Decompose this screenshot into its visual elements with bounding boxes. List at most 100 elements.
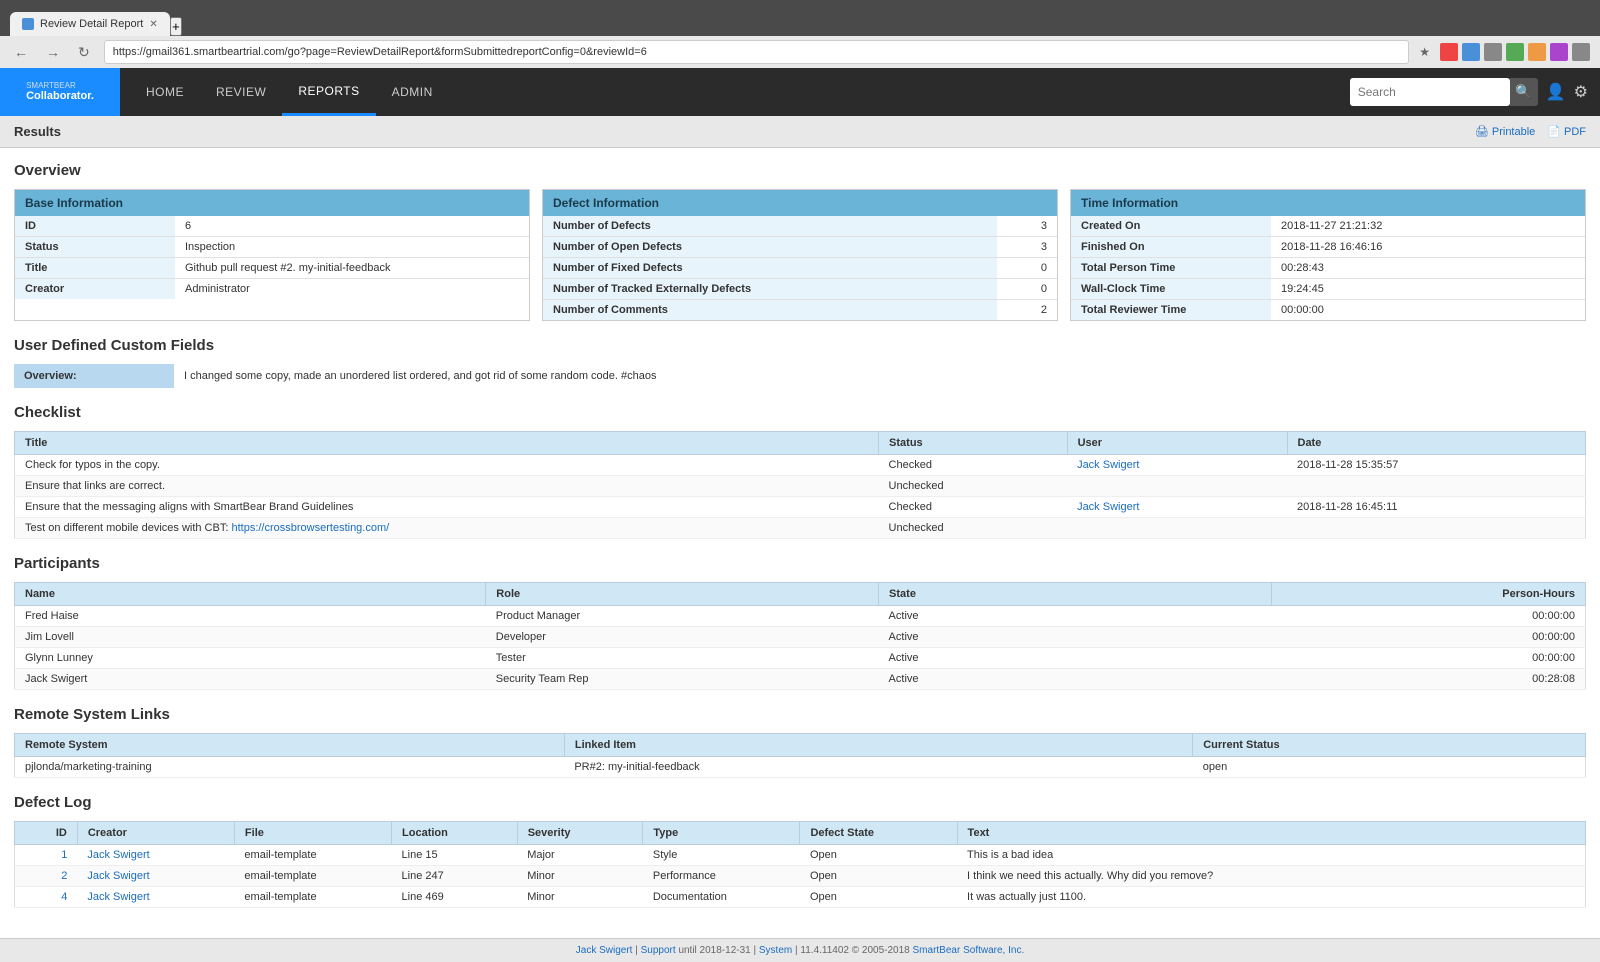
base-row-creator: Creator Administrator: [15, 279, 529, 299]
defect-file-0: email-template: [234, 845, 391, 866]
participant-row-0: Fred Haise Product Manager Active 00:00:…: [15, 606, 1586, 627]
footer-company-link[interactable]: SmartBear Software, Inc.: [913, 945, 1025, 956]
defect-row-2: 4 Jack Swigert email-template Line 469 M…: [15, 887, 1586, 908]
checklist-table: Title Status User Date Check for typos i…: [14, 431, 1586, 539]
checklist-date-1: [1287, 476, 1586, 497]
footer-support-link[interactable]: Support: [641, 945, 679, 956]
defect-state-1: Open: [800, 866, 957, 887]
tab-title: Review Detail Report: [40, 18, 143, 30]
checklist-user-3: [1067, 518, 1287, 539]
base-info-header: Base Information: [15, 190, 529, 216]
defect-row-1: Number of Open Defects 3: [543, 237, 1057, 258]
results-title: Results: [14, 124, 61, 139]
nav-item-admin[interactable]: ADMIN: [376, 68, 449, 116]
defect-value-0: 3: [997, 216, 1057, 236]
time-label-4: Total Reviewer Time: [1071, 300, 1271, 320]
checklist-date-2: 2018-11-28 16:45:11: [1287, 497, 1586, 518]
address-bar: ← → ↻ https://gmail361.smartbeartrial.co…: [0, 36, 1600, 68]
base-row-id: ID 6: [15, 216, 529, 237]
ext-icon-2[interactable]: [1462, 43, 1480, 61]
user-profile-icon[interactable]: 👤: [1546, 82, 1566, 102]
search-button[interactable]: 🔍: [1510, 78, 1538, 106]
nav-item-reports[interactable]: REPORTS: [282, 68, 375, 116]
base-value-id: 6: [175, 216, 529, 236]
checklist-user-2: Jack Swigert: [1067, 497, 1287, 518]
tab-close-button[interactable]: ✕: [149, 19, 157, 30]
defect-info-panel: Defect Information Number of Defects 3 N…: [542, 189, 1058, 321]
ext-icon-7[interactable]: [1572, 43, 1590, 61]
defect-id-link-1[interactable]: 2: [61, 870, 67, 882]
time-value-4: 00:00:00: [1271, 300, 1585, 320]
participant-hours-2: 00:00:00: [1271, 648, 1585, 669]
base-value-title: Github pull request #2. my-initial-feedb…: [175, 258, 529, 278]
defect-creator-1: Jack Swigert: [77, 866, 234, 887]
custom-field-label: Overview:: [14, 364, 174, 388]
ext-icon-3[interactable]: [1484, 43, 1502, 61]
defect-id-link-0[interactable]: 1: [61, 849, 67, 861]
ext-icon-4[interactable]: [1506, 43, 1524, 61]
checklist-user-link-0[interactable]: Jack Swigert: [1077, 459, 1139, 471]
search-input[interactable]: [1350, 78, 1510, 106]
defect-label-2: Number of Fixed Defects: [543, 258, 997, 278]
checklist-status-1: Unchecked: [879, 476, 1068, 497]
checklist-title-3: Test on different mobile devices with CB…: [15, 518, 879, 539]
ext-icon-6[interactable]: [1550, 43, 1568, 61]
forward-button[interactable]: →: [42, 42, 64, 62]
participant-name-1: Jim Lovell: [15, 627, 486, 648]
footer-user-link[interactable]: Jack Swigert: [576, 945, 633, 956]
checklist-user-link-2[interactable]: Jack Swigert: [1077, 501, 1139, 513]
checklist-status-3: Unchecked: [879, 518, 1068, 539]
checklist-external-link[interactable]: https://crossbrowsertesting.com/: [231, 522, 389, 534]
time-row-2: Total Person Time 00:28:43: [1071, 258, 1585, 279]
participant-row-3: Jack Swigert Security Team Rep Active 00…: [15, 669, 1586, 690]
settings-icon[interactable]: ⚙: [1574, 82, 1588, 102]
back-button[interactable]: ←: [10, 42, 32, 62]
url-text: https://gmail361.smartbeartrial.com/go?p…: [113, 46, 647, 58]
defect-text-2: It was actually just 1100.: [957, 887, 1585, 908]
remote-col-system: Remote System: [15, 734, 565, 757]
defect-col-state: Defect State: [800, 822, 957, 845]
base-row-status: Status Inspection: [15, 237, 529, 258]
defect-creator-link-1[interactable]: Jack Swigert: [87, 870, 149, 882]
defect-severity-1: Minor: [517, 866, 643, 887]
time-row-1: Finished On 2018-11-28 16:46:16: [1071, 237, 1585, 258]
defect-type-0: Style: [643, 845, 800, 866]
ext-icon-1[interactable]: [1440, 43, 1458, 61]
checklist-row-1: Ensure that links are correct. Unchecked: [15, 476, 1586, 497]
defect-col-id: ID: [15, 822, 78, 845]
defect-text-1: I think we need this actually. Why did y…: [957, 866, 1585, 887]
defect-log-title: Defect Log: [14, 794, 1586, 811]
footer-system-link[interactable]: System: [759, 945, 792, 956]
time-value-0: 2018-11-27 21:21:32: [1271, 216, 1585, 236]
nav-item-review[interactable]: REVIEW: [200, 68, 282, 116]
url-bar[interactable]: https://gmail361.smartbeartrial.com/go?p…: [104, 40, 1410, 64]
pdf-link[interactable]: 📄 PDF: [1547, 125, 1586, 138]
overview-title: Overview: [14, 162, 1586, 179]
defect-location-0: Line 15: [392, 845, 518, 866]
defect-creator-link-2[interactable]: Jack Swigert: [87, 891, 149, 903]
active-tab[interactable]: Review Detail Report ✕: [10, 12, 170, 36]
new-tab-button[interactable]: +: [170, 17, 182, 36]
defect-text-0: This is a bad idea: [957, 845, 1585, 866]
defect-value-2: 0: [997, 258, 1057, 278]
defect-row-0: Number of Defects 3: [543, 216, 1057, 237]
bookmark-icon[interactable]: ★: [1419, 45, 1430, 59]
printable-link[interactable]: 🖨 Printable: [1475, 125, 1535, 138]
defect-state-0: Open: [800, 845, 957, 866]
nav-item-home[interactable]: HOME: [130, 68, 200, 116]
pdf-label: PDF: [1564, 126, 1586, 138]
main-content: Overview Base Information ID 6 Status In…: [0, 148, 1600, 938]
defect-file-2: email-template: [234, 887, 391, 908]
checklist-title-text-3: Test on different mobile devices with CB…: [25, 522, 228, 534]
participant-state-0: Active: [879, 606, 1272, 627]
defect-creator-link-0[interactable]: Jack Swigert: [87, 849, 149, 861]
logo-text: SMARTBEAR Collaborator.: [26, 81, 94, 104]
refresh-button[interactable]: ↻: [74, 42, 94, 63]
defect-id-link-2[interactable]: 4: [61, 891, 67, 903]
base-label-status: Status: [15, 237, 175, 257]
ext-icon-5[interactable]: [1528, 43, 1546, 61]
remote-status-0: open: [1193, 757, 1586, 778]
defect-id-1: 2: [15, 866, 78, 887]
defect-col-file: File: [234, 822, 391, 845]
time-value-3: 19:24:45: [1271, 279, 1585, 299]
